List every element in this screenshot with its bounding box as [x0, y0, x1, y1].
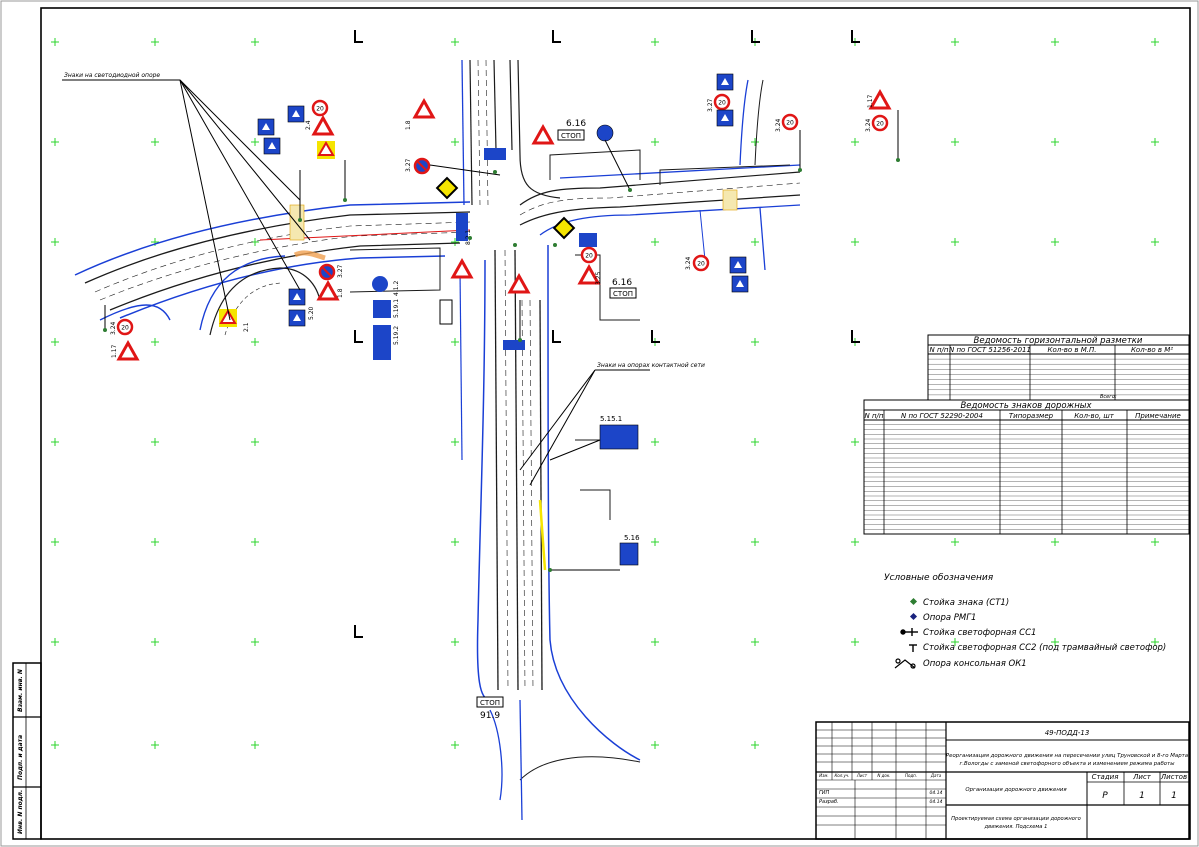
svg-text:Стойка светофорная СС2 (под тр: Стойка светофорная СС2 (под трамвайный с… — [923, 643, 1166, 653]
sign-6-16-north: 6.16 — [566, 119, 586, 129]
svg-text:N п/п: N п/п — [865, 412, 884, 420]
svg-text:Стойка светофорная СС1: Стойка светофорная СС1 — [923, 628, 1036, 638]
svg-text:3.24: 3.24 — [865, 118, 872, 132]
svg-text:Типоразмер: Типоразмер — [1009, 412, 1054, 420]
pedestrian-crossing-west — [289, 204, 305, 241]
marking-table-title: Ведомость горизонтальной разметки — [974, 336, 1143, 346]
project-code: 49-ПОДД-13 — [1045, 729, 1090, 737]
sheets-value: 1 — [1171, 791, 1177, 801]
callout-tram-poles: Знаки на опорах контактной сети — [597, 362, 705, 369]
svg-text:Стадия: Стадия — [1092, 773, 1119, 781]
signs-table: Ведомость знаков дорожных N п/п N по ГОС… — [863, 399, 1190, 535]
svg-text:4.1.2: 4.1.2 — [393, 281, 400, 296]
svg-text:N по ГОСТ 51256-2011: N по ГОСТ 51256-2011 — [949, 346, 1031, 354]
svg-text:Кол-во в М.П.: Кол-во в М.П. — [1048, 346, 1097, 354]
signs-table-title: Ведомость знаков дорожных — [960, 401, 1092, 411]
svg-text:3.27: 3.27 — [405, 158, 412, 172]
stamp-original-inv: Инв. N подл. — [17, 790, 24, 834]
drawing-sheet: 20 — [0, 0, 1199, 847]
svg-text:Стойка знака (СТ1): Стойка знака (СТ1) — [923, 598, 1009, 608]
svg-text:Кол-во, шт: Кол-во, шт — [1074, 412, 1115, 420]
svg-text:5.19.2: 5.19.2 — [393, 326, 400, 345]
callout-lighting-poles: Знаки на светодиодной опоре — [64, 72, 160, 79]
sign-91-9: 91.9 — [480, 711, 500, 721]
svg-text:5.19.1: 5.19.1 — [393, 299, 400, 318]
svg-text:3.27: 3.27 — [707, 98, 714, 112]
svg-text:04.14: 04.14 — [930, 799, 943, 805]
svg-text:Опора консольная ОК1: Опора консольная ОК1 — [923, 659, 1027, 669]
svg-text:1.17: 1.17 — [111, 344, 118, 358]
svg-text:3.24: 3.24 — [685, 256, 692, 270]
legend-title: Условные обозначения — [884, 573, 994, 583]
sign-5-16: 5.16 — [624, 534, 640, 542]
svg-text:Изм.: Изм. — [819, 773, 828, 778]
svg-text:Лист: Лист — [1132, 773, 1152, 781]
svg-text:Опора РМГ1: Опора РМГ1 — [923, 613, 976, 623]
svg-text:1.17: 1.17 — [867, 94, 874, 108]
stop-plate-south: СТОП — [480, 699, 500, 707]
section-name: Организация дорожного движения — [965, 787, 1067, 793]
svg-text:1.8: 1.8 — [337, 288, 344, 298]
svg-text:3.24: 3.24 — [775, 118, 782, 132]
stop-plate-north: СТОП — [561, 132, 581, 140]
svg-text:3.25: 3.25 — [595, 271, 602, 285]
svg-text:3.27: 3.27 — [337, 264, 344, 278]
sign-5-15-1: 5.15.1 — [600, 415, 622, 423]
stamp-signature-date: Подп. и дата — [17, 735, 24, 780]
sheet-value: 1 — [1139, 791, 1145, 801]
role-gip: ГИП — [819, 790, 830, 796]
svg-text:Кол-во в М²: Кол-во в М² — [1131, 346, 1173, 354]
svg-text:N док.: N док. — [877, 773, 890, 778]
svg-text:Примечание: Примечание — [1135, 412, 1181, 420]
sign-6-16-east: 6.16 — [612, 278, 632, 288]
svg-text:Всего:: Всего: — [1100, 394, 1117, 400]
svg-text:Подп.: Подп. — [905, 773, 917, 778]
svg-text:Дата: Дата — [930, 773, 942, 778]
svg-text:Лист: Лист — [856, 773, 868, 778]
marking-table: Ведомость горизонтальной разметки N п/п … — [927, 334, 1190, 401]
stop-plate-east: СТОП — [613, 290, 633, 298]
stage-value: Р — [1102, 791, 1108, 801]
svg-text:Листов: Листов — [1160, 773, 1187, 781]
svg-text:5.20: 5.20 — [308, 306, 315, 320]
svg-text:N п/п: N п/п — [930, 346, 949, 354]
role-developer: Разраб. — [819, 799, 839, 805]
svg-text:1.8: 1.8 — [405, 120, 412, 130]
pedestrian-crossing-east — [722, 189, 738, 211]
svg-text:2.1: 2.1 — [243, 322, 250, 332]
svg-text:Кол.уч.: Кол.уч. — [834, 773, 849, 778]
svg-text:N по ГОСТ 52290-2004: N по ГОСТ 52290-2004 — [901, 412, 983, 420]
svg-text:3.24: 3.24 — [110, 321, 117, 335]
svg-text:04.14: 04.14 — [930, 790, 943, 796]
svg-text:2.4: 2.4 — [305, 120, 312, 130]
stamp-replacement-inv: Взам. инв. N — [17, 669, 24, 712]
